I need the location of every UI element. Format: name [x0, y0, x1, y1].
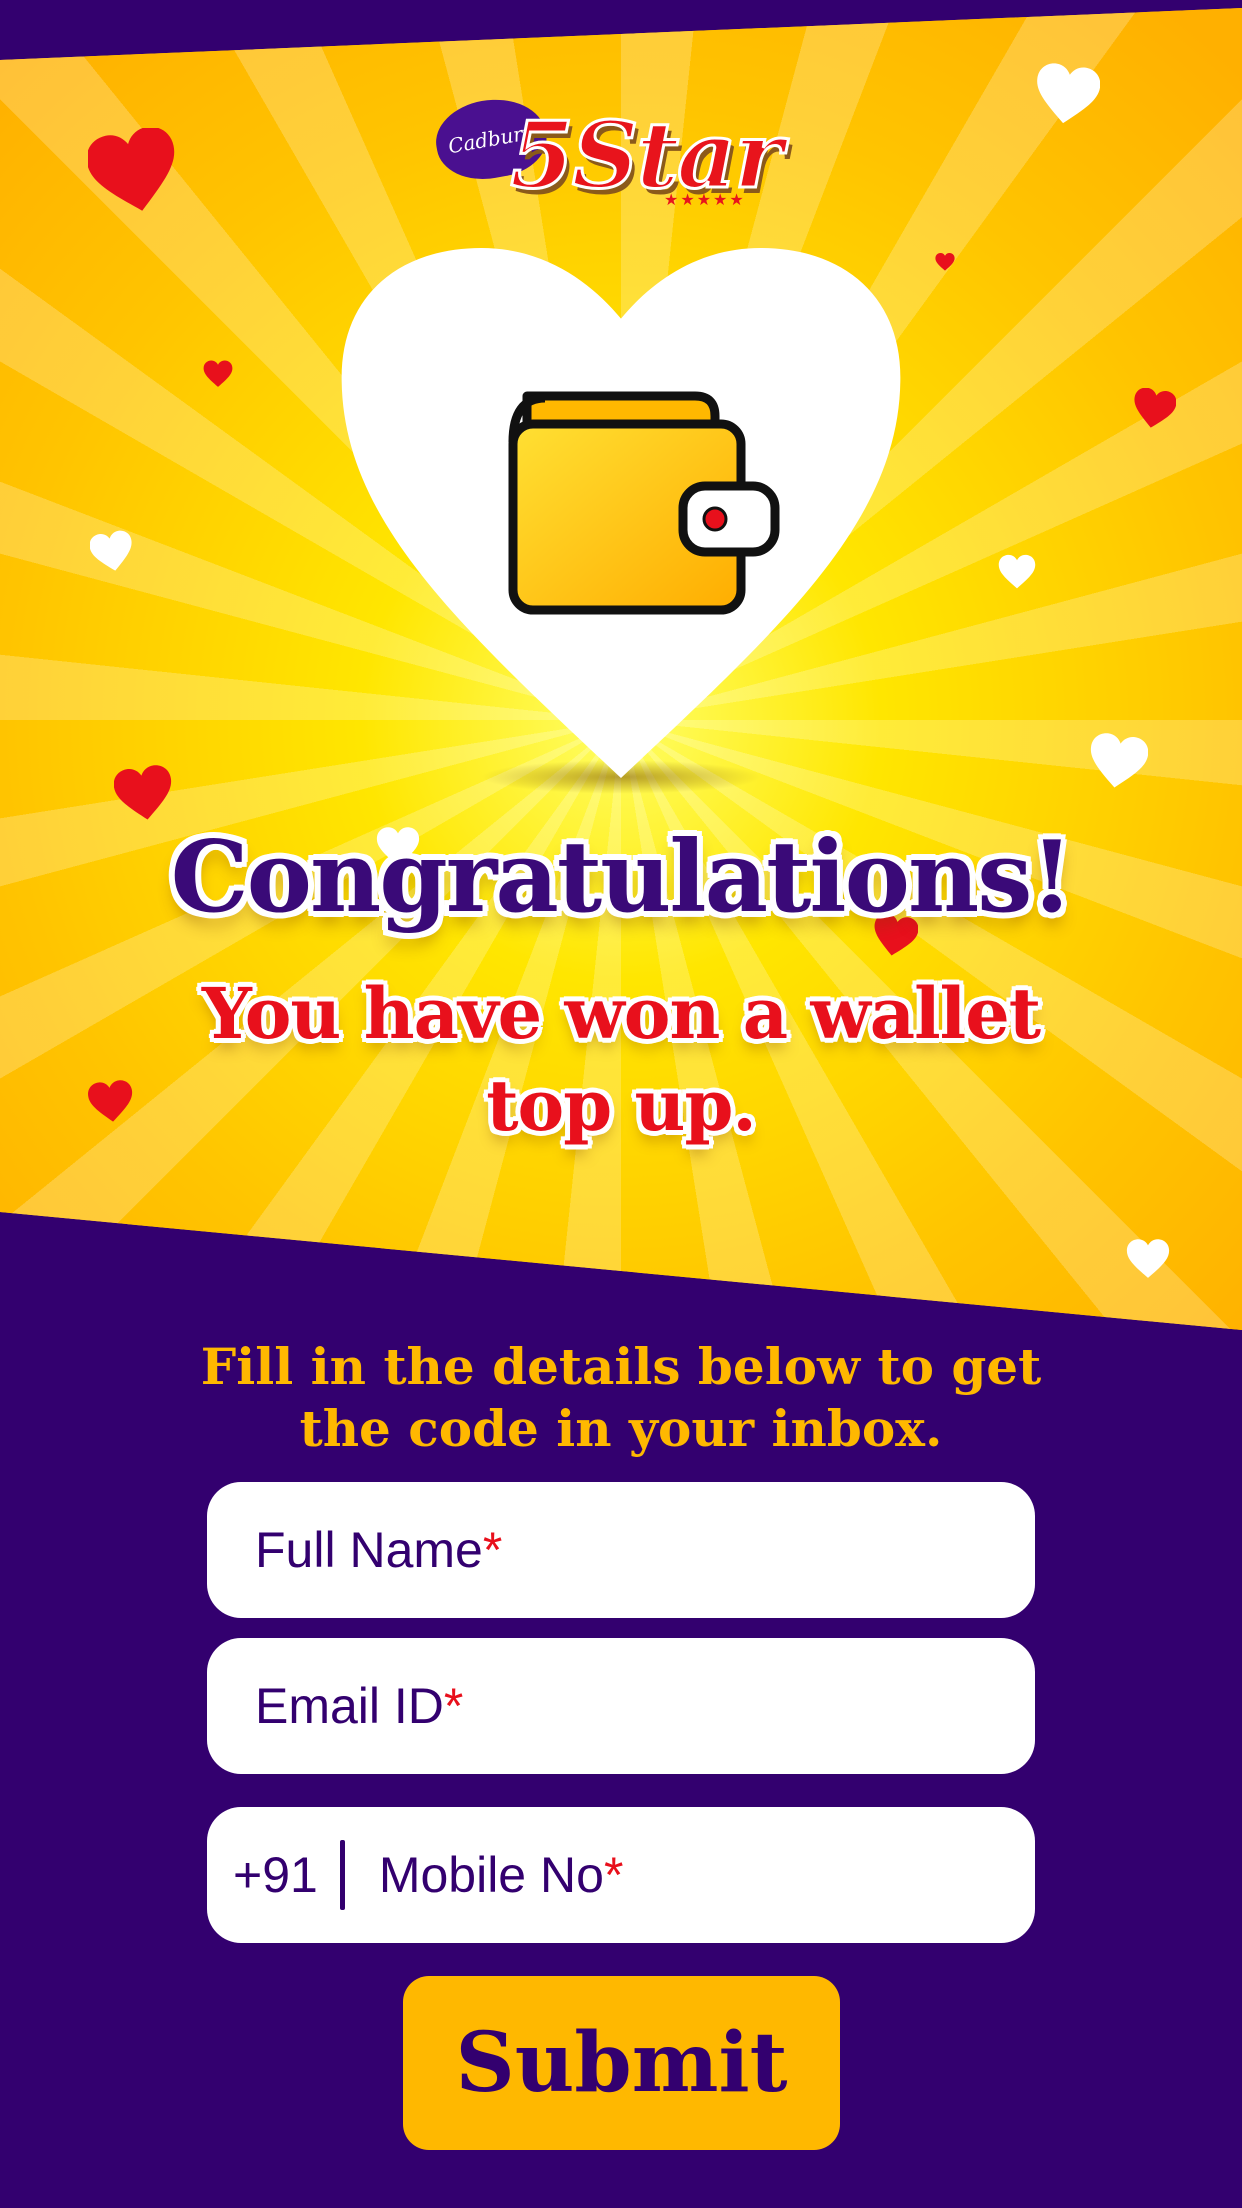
email-placeholder: Email ID: [255, 1678, 444, 1734]
heart-icon: [1090, 733, 1148, 788]
mobile-field[interactable]: +91 Mobile No *: [207, 1807, 1035, 1943]
form-instructions: Fill in the details below to get the cod…: [200, 1337, 1042, 1458]
congratulations-heading: Congratulations!: [170, 820, 1074, 935]
heart-icon: [1134, 388, 1176, 428]
cadbury-5star-logo: Cadbury 5Star ★★★★★: [428, 91, 788, 222]
heart-icon: [88, 128, 175, 211]
full-name-placeholder: Full Name: [255, 1522, 483, 1578]
country-code: +91: [233, 1847, 318, 1903]
heart-icon: [1037, 63, 1100, 124]
country-code-divider: [339, 1840, 345, 1910]
submit-button[interactable]: Submit: [403, 1976, 840, 2150]
heart-icon: [114, 765, 172, 820]
heart-icon: [203, 360, 233, 387]
heart-icon: [88, 1080, 133, 1122]
email-field[interactable]: Email ID *: [207, 1638, 1035, 1774]
required-mark: *: [603, 1847, 624, 1903]
prize-message: You have won a wallet top up.: [201, 972, 1041, 1147]
heart-icon: [935, 253, 955, 271]
mobile-placeholder: Mobile No: [378, 1847, 604, 1903]
required-mark: *: [482, 1522, 503, 1578]
full-name-field[interactable]: Full Name *: [207, 1482, 1035, 1618]
heart-icon: [1126, 1239, 1170, 1278]
heart-icon: [998, 554, 1036, 589]
wallet-icon: [508, 391, 780, 615]
heart-icon: [90, 530, 132, 571]
rating-stars: ★★★★★: [664, 190, 746, 209]
required-mark: *: [443, 1678, 464, 1734]
prize-hero-panel: Cadbury 5Star ★★★★★ Congratulations! You…: [0, 8, 1242, 1330]
